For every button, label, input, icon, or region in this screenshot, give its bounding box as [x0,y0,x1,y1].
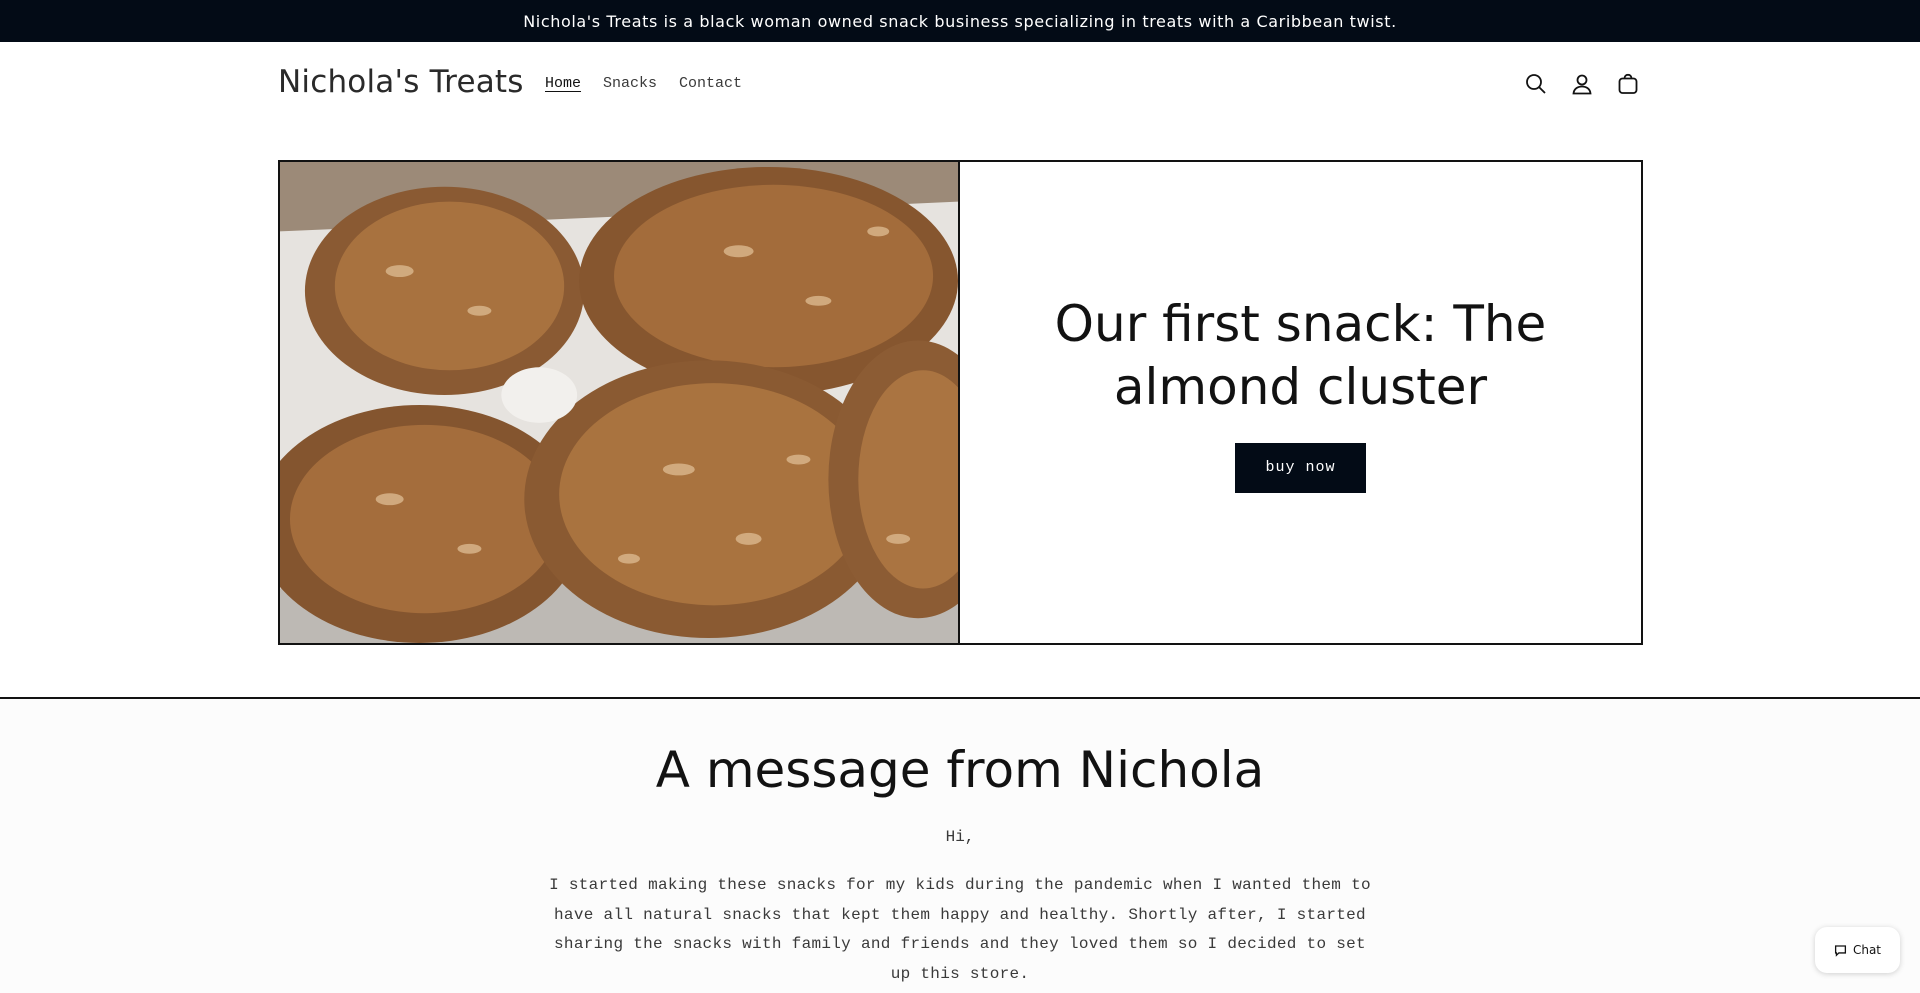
cart-icon[interactable] [1614,70,1642,98]
hero-banner: Our first snack: The almond cluster buy … [278,160,1643,645]
almond-cluster-photo [280,162,958,643]
announcement-bar: Nichola's Treats is a black woman owned … [0,0,1920,42]
message-section: A message from Nichola Hi, I started mak… [0,699,1920,993]
header-icons [1522,70,1642,98]
nav-snacks[interactable]: Snacks [603,75,657,92]
chat-bubble-icon [1834,944,1846,957]
chat-label: Chat [1852,943,1882,957]
message-title: A message from Nichola [655,741,1265,799]
hero-content: Our first snack: The almond cluster buy … [960,162,1641,643]
site-logo[interactable]: Nichola's Treats [278,64,524,100]
site-header: Nichola's Treats Home Snacks Contact [0,42,1920,128]
account-icon[interactable] [1568,70,1596,98]
nav-home[interactable]: Home [545,75,581,92]
search-icon[interactable] [1522,70,1550,98]
buy-now-button[interactable]: buy now [1235,442,1366,493]
announcement-text: Nichola's Treats is a black woman owned … [523,11,1397,31]
nav-contact[interactable]: Contact [679,75,742,92]
hero-image-almond-clusters [280,162,960,643]
message-greeting: Hi, [945,828,975,846]
hero-title: Our first snack: The almond cluster [1054,294,1547,416]
message-body: I started making these snacks for my kid… [549,876,1371,983]
main-nav: Home Snacks Contact [545,75,764,92]
chat-button[interactable]: Chat [1815,927,1900,973]
